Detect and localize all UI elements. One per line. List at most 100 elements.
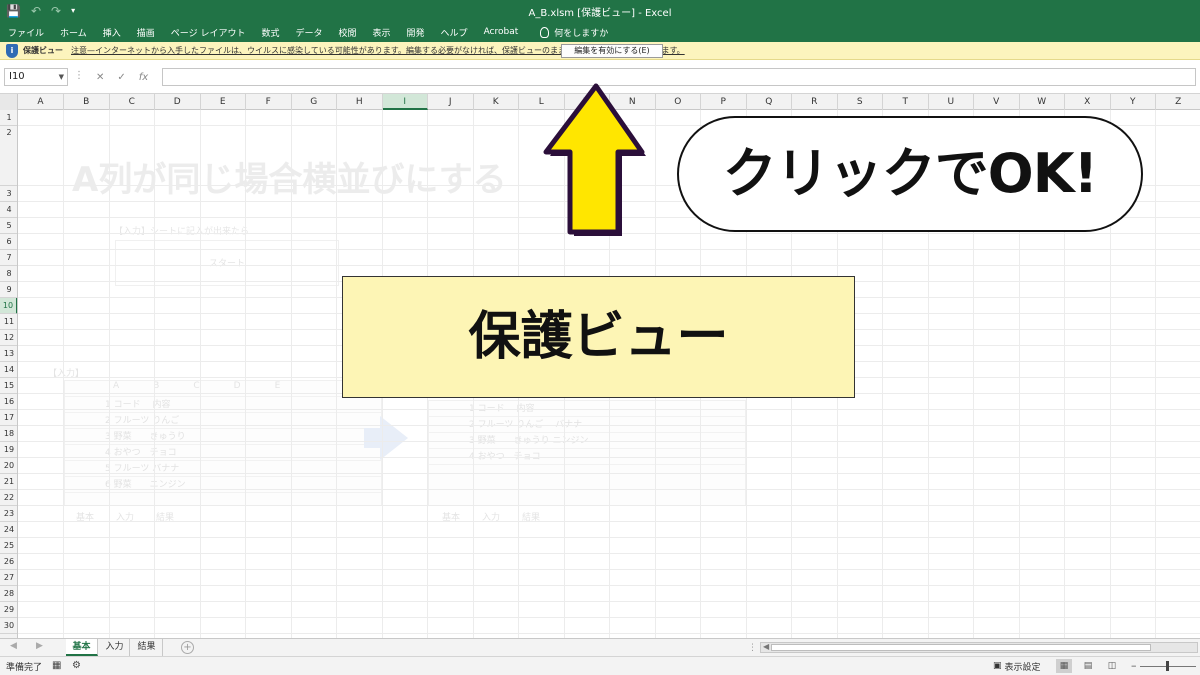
row-header[interactable]: 7 [0, 250, 17, 266]
grid-line [18, 537, 1200, 538]
ribbon-tab[interactable]: 描画 [137, 26, 155, 39]
cancel-icon[interactable]: ✕ [96, 72, 104, 83]
start-button[interactable]: スタート [115, 240, 339, 286]
sheet-note: 【入力】シートに記入が出来たら [114, 227, 250, 237]
row-header[interactable]: 1 [0, 110, 17, 126]
row-header[interactable]: 28 [0, 586, 17, 602]
chevron-down-icon[interactable]: ▼ [59, 69, 64, 85]
accessibility-icon[interactable]: ⚙ [72, 660, 81, 671]
sheet-tab[interactable]: 基本 [66, 639, 98, 656]
ribbon-tab[interactable]: データ [295, 26, 322, 39]
column-header[interactable]: Q [747, 94, 792, 110]
protected-view-label-box: 保護ビュー [342, 276, 855, 398]
column-header[interactable]: K [474, 94, 519, 110]
right-sample-table: 1 コード 内容 2 フルーツ りんご バナナ 3 野菜 きゅうり ニンジン 4 おや… [428, 400, 746, 506]
row-header[interactable]: 6 [0, 234, 17, 250]
grid-line [1155, 110, 1156, 638]
scroll-arrow-left-icon[interactable]: ◀ [763, 642, 769, 651]
ribbon-tab[interactable]: 数式 [261, 26, 279, 39]
row-header[interactable]: 8 [0, 266, 17, 282]
column-header[interactable]: X [1065, 94, 1111, 110]
column-header[interactable]: Y [1111, 94, 1156, 110]
enter-icon[interactable]: ✓ [117, 72, 125, 83]
column-header[interactable]: S [838, 94, 883, 110]
column-header[interactable]: I [382, 94, 428, 110]
display-settings-button[interactable]: ▣ 表示設定 [993, 659, 1041, 673]
column-header[interactable]: D [155, 94, 201, 110]
row-header[interactable]: 19 [0, 442, 17, 458]
column-header[interactable]: Z [1156, 94, 1200, 110]
scroll-right-icon[interactable]: ▶ [36, 641, 43, 651]
column-header[interactable]: T [883, 94, 929, 110]
ribbon-tab[interactable]: ファイル [8, 26, 44, 39]
ribbon-tab[interactable]: ヘルプ [441, 26, 468, 39]
row-header[interactable]: 24 [0, 522, 17, 538]
column-header[interactable]: R [792, 94, 838, 110]
zoom-slider-thumb[interactable] [1166, 661, 1169, 671]
row-header[interactable]: 2 [0, 126, 17, 186]
add-sheet-icon[interactable]: + [181, 641, 194, 654]
column-header[interactable]: P [701, 94, 747, 110]
row-header[interactable]: 9 [0, 282, 17, 298]
row-header[interactable]: 15 [0, 378, 17, 394]
ribbon-tab[interactable]: ページ レイアウト [171, 26, 246, 39]
row-header[interactable]: 30 [0, 618, 17, 634]
column-header[interactable]: U [929, 94, 974, 110]
row-header[interactable]: 22 [0, 490, 17, 506]
row-header[interactable]: 26 [0, 554, 17, 570]
row-header[interactable]: 5 [0, 218, 17, 234]
sheet-tab[interactable]: 入力 [100, 639, 130, 656]
row-header[interactable]: 27 [0, 570, 17, 586]
column-header[interactable]: V [974, 94, 1020, 110]
insert-function-icon[interactable]: fx [139, 72, 148, 83]
row-header[interactable]: 23 [0, 506, 17, 522]
row-header[interactable]: 10 [0, 298, 17, 314]
row-header[interactable]: 18 [0, 426, 17, 442]
page-layout-view-icon[interactable]: ▤ [1080, 659, 1096, 673]
name-box[interactable]: I10 ▼ [4, 68, 68, 86]
tell-me-search[interactable]: 何をしますか [540, 26, 608, 39]
normal-view-icon[interactable]: ▦ [1056, 659, 1072, 673]
column-header[interactable]: H [337, 94, 383, 110]
row-header[interactable]: 13 [0, 346, 17, 362]
row-header[interactable]: 17 [0, 410, 17, 426]
row-header[interactable]: 4 [0, 202, 17, 218]
sheet-tab[interactable]: 結果 [131, 639, 163, 656]
formula-input[interactable] [162, 68, 1196, 86]
ribbon-tab[interactable]: 表示 [373, 26, 391, 39]
column-header[interactable]: F [246, 94, 292, 110]
protected-view-title: 保護ビュー [23, 46, 63, 55]
sheet-tab-bar: ◀ ▶ 基本 入力 結果 + ⋮ ◀ [0, 638, 1200, 656]
row-header[interactable]: 11 [0, 314, 17, 330]
page-break-view-icon[interactable]: ◫ [1104, 659, 1120, 673]
scroll-left-icon[interactable]: ◀ [10, 641, 17, 651]
tab-splitter-icon[interactable]: ⋮ [748, 643, 757, 653]
grid-line [18, 569, 1200, 570]
column-header[interactable]: A [18, 94, 64, 110]
row-header[interactable]: 3 [0, 186, 17, 202]
row-header[interactable]: 25 [0, 538, 17, 554]
row-header[interactable]: 14 [0, 362, 17, 378]
column-header[interactable]: G [292, 94, 337, 110]
column-header[interactable]: W [1020, 94, 1065, 110]
row-header[interactable]: 16 [0, 394, 17, 410]
ribbon-tab[interactable]: 校閲 [339, 26, 357, 39]
column-header[interactable]: J [428, 94, 474, 110]
ribbon-tab[interactable]: Acrobat [484, 27, 519, 37]
column-header[interactable]: C [110, 94, 155, 110]
column-header[interactable]: B [64, 94, 110, 110]
row-header[interactable]: 29 [0, 602, 17, 618]
ribbon-tab[interactable]: 開発 [407, 26, 425, 39]
enable-editing-button[interactable]: 編集を有効にする(E) [561, 44, 663, 58]
horizontal-scrollbar[interactable] [760, 642, 1198, 653]
row-header[interactable]: 21 [0, 474, 17, 490]
ribbon-tab[interactable]: 挿入 [103, 26, 121, 39]
row-header[interactable]: 12 [0, 330, 17, 346]
scrollbar-thumb[interactable] [771, 644, 1151, 651]
zoom-out-icon[interactable]: – [1131, 659, 1137, 672]
ribbon-tab[interactable]: ホーム [60, 26, 87, 39]
row-header[interactable]: 20 [0, 458, 17, 474]
select-all-corner[interactable] [0, 94, 18, 110]
column-header[interactable]: O [656, 94, 701, 110]
column-header[interactable]: E [201, 94, 246, 110]
